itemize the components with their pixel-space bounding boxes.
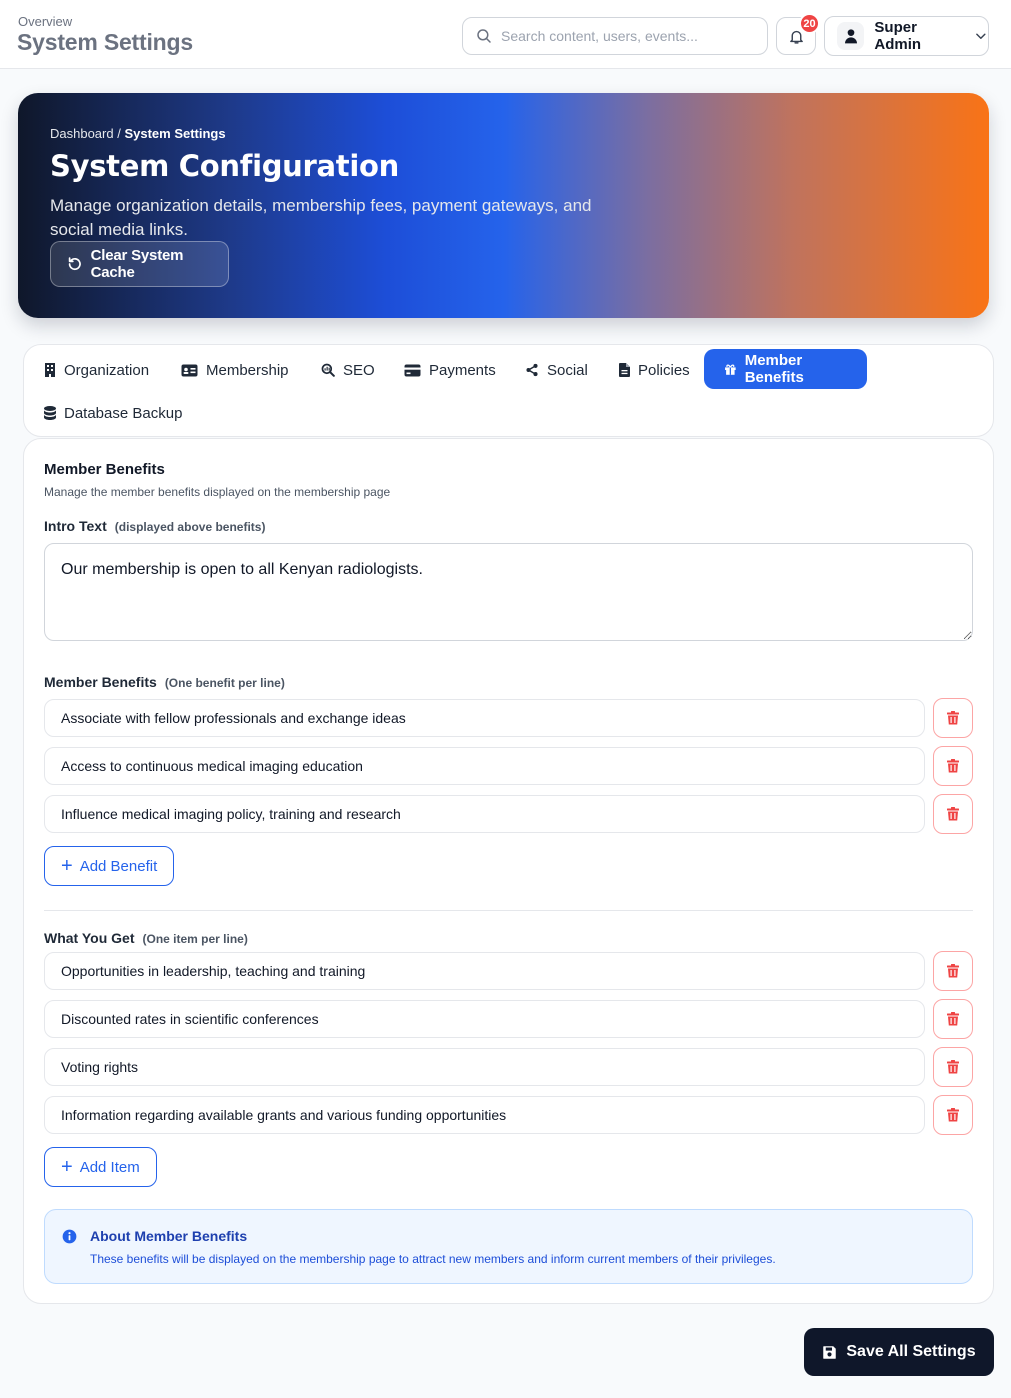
trash-icon [947, 759, 959, 773]
save-label: Save All Settings [846, 1343, 976, 1360]
notification-badge: 20 [799, 13, 820, 34]
tab-label: Member Benefits [744, 352, 804, 386]
benefit-input[interactable]: Access to continuous medical imaging edu… [44, 747, 925, 785]
info-icon [62, 1229, 77, 1244]
top-bar: Overview System Settings 20 Super Admin [0, 0, 1011, 69]
trash-icon [947, 1060, 959, 1074]
delete-item-button[interactable] [933, 999, 973, 1039]
benefit-input[interactable]: Associate with fellow professionals and … [44, 699, 925, 737]
trash-icon [947, 1012, 959, 1026]
settings-tabs: Organization Membership SEO Payments Soc… [23, 344, 994, 437]
breadcrumb-separator: / [113, 126, 125, 141]
share-icon [526, 363, 538, 377]
trash-icon [947, 964, 959, 978]
user-name: Super Admin [874, 19, 922, 53]
database-icon [44, 406, 56, 420]
breadcrumb[interactable]: Overview [18, 14, 72, 29]
delete-item-button[interactable] [933, 1047, 973, 1087]
delete-benefit-button[interactable] [933, 698, 973, 738]
clear-cache-button[interactable]: Clear System Cache [50, 241, 229, 287]
delete-benefit-button[interactable] [933, 746, 973, 786]
what-you-get-input[interactable]: Opportunities in leadership, teaching an… [44, 952, 925, 990]
info-text: These benefits will be displayed on the … [90, 1252, 776, 1266]
tab-member-benefits[interactable]: Member Benefits [704, 349, 867, 389]
tab-label: Organization [64, 361, 150, 379]
intro-text-field[interactable]: Our membership is open to all Kenyan rad… [44, 543, 973, 641]
delete-item-button[interactable] [933, 951, 973, 991]
search-icon [477, 29, 491, 43]
tab-label: Payments [429, 361, 496, 379]
tab-label: Membership [206, 361, 289, 379]
avatar [837, 22, 865, 50]
add-item-label: Add Item [79, 1158, 140, 1176]
hero-breadcrumb: Dashboard / System Settings [50, 126, 226, 141]
tab-database-backup[interactable]: Database Backup [24, 393, 202, 433]
breadcrumb-dashboard-link[interactable]: Dashboard [50, 126, 114, 141]
breadcrumb-current: System Settings [124, 126, 226, 141]
what-you-get-input[interactable]: Discounted rates in scientific conferenc… [44, 1000, 925, 1038]
chevron-down-icon [976, 33, 986, 39]
hero-banner: Dashboard / System Settings System Confi… [18, 93, 989, 318]
gift-icon [725, 364, 736, 375]
search-chart-icon [321, 363, 335, 377]
tab-organization[interactable]: Organization [24, 350, 169, 390]
add-item-button[interactable]: + Add Item [44, 1147, 157, 1187]
delete-item-button[interactable] [933, 1095, 973, 1135]
credit-card-icon [404, 364, 421, 376]
member-benefits-panel: Member Benefits Manage the member benefi… [23, 438, 994, 1304]
tab-seo[interactable]: SEO [301, 350, 395, 390]
intro-label: Intro Text (displayed above benefits) [44, 518, 266, 534]
info-box: About Member Benefits These benefits wil… [44, 1209, 973, 1284]
section-title: Member Benefits [44, 461, 165, 478]
refresh-icon [68, 257, 81, 271]
tab-label: SEO [343, 361, 375, 379]
add-benefit-button[interactable]: + Add Benefit [44, 846, 175, 886]
delete-benefit-button[interactable] [933, 794, 973, 834]
divider [44, 910, 973, 911]
what-you-get-input[interactable]: Voting rights [44, 1048, 925, 1086]
add-benefit-label: Add Benefit [79, 857, 158, 875]
tab-membership[interactable]: Membership [161, 350, 309, 390]
benefit-input[interactable]: Influence medical imaging policy, traini… [44, 795, 925, 833]
user-icon [844, 29, 857, 44]
user-menu[interactable]: Super Admin [824, 16, 989, 56]
save-all-settings-button[interactable]: Save All Settings [804, 1328, 994, 1376]
page-title: System Settings [17, 29, 193, 55]
tab-label: Policies [638, 361, 690, 379]
search-box[interactable] [462, 17, 768, 55]
trash-icon [947, 1108, 959, 1122]
floppy-disk-icon [823, 1345, 837, 1359]
tab-label: Social [547, 361, 588, 379]
tab-payments[interactable]: Payments [384, 350, 516, 390]
hero-description: Manage organization details, membership … [50, 196, 592, 239]
intro-hint: (displayed above benefits) [114, 520, 266, 534]
benefits-hint: (One benefit per line) [164, 676, 285, 690]
plus-icon: + [61, 1156, 73, 1178]
tab-social[interactable]: Social [505, 350, 608, 390]
info-title: About Member Benefits [90, 1228, 248, 1244]
document-icon [619, 363, 630, 377]
what-you-get-label: What You Get (One item per line) [44, 930, 248, 946]
what-you-get-input[interactable]: Information regarding available grants a… [44, 1096, 925, 1134]
benefits-label: Member Benefits (One benefit per line) [44, 674, 285, 690]
what-you-get-hint: (One item per line) [142, 932, 248, 946]
section-subtitle: Manage the member benefits displayed on … [44, 485, 391, 499]
tab-label: Database Backup [64, 404, 183, 422]
hero-title: System Configuration [50, 149, 399, 183]
plus-icon: + [61, 855, 73, 877]
trash-icon [947, 711, 959, 725]
building-icon [45, 363, 55, 377]
search-input[interactable] [501, 28, 761, 44]
tab-policies[interactable]: Policies [599, 350, 710, 390]
trash-icon [947, 807, 959, 821]
id-card-icon [181, 364, 198, 376]
clear-cache-label: Clear System Cache [90, 247, 184, 281]
